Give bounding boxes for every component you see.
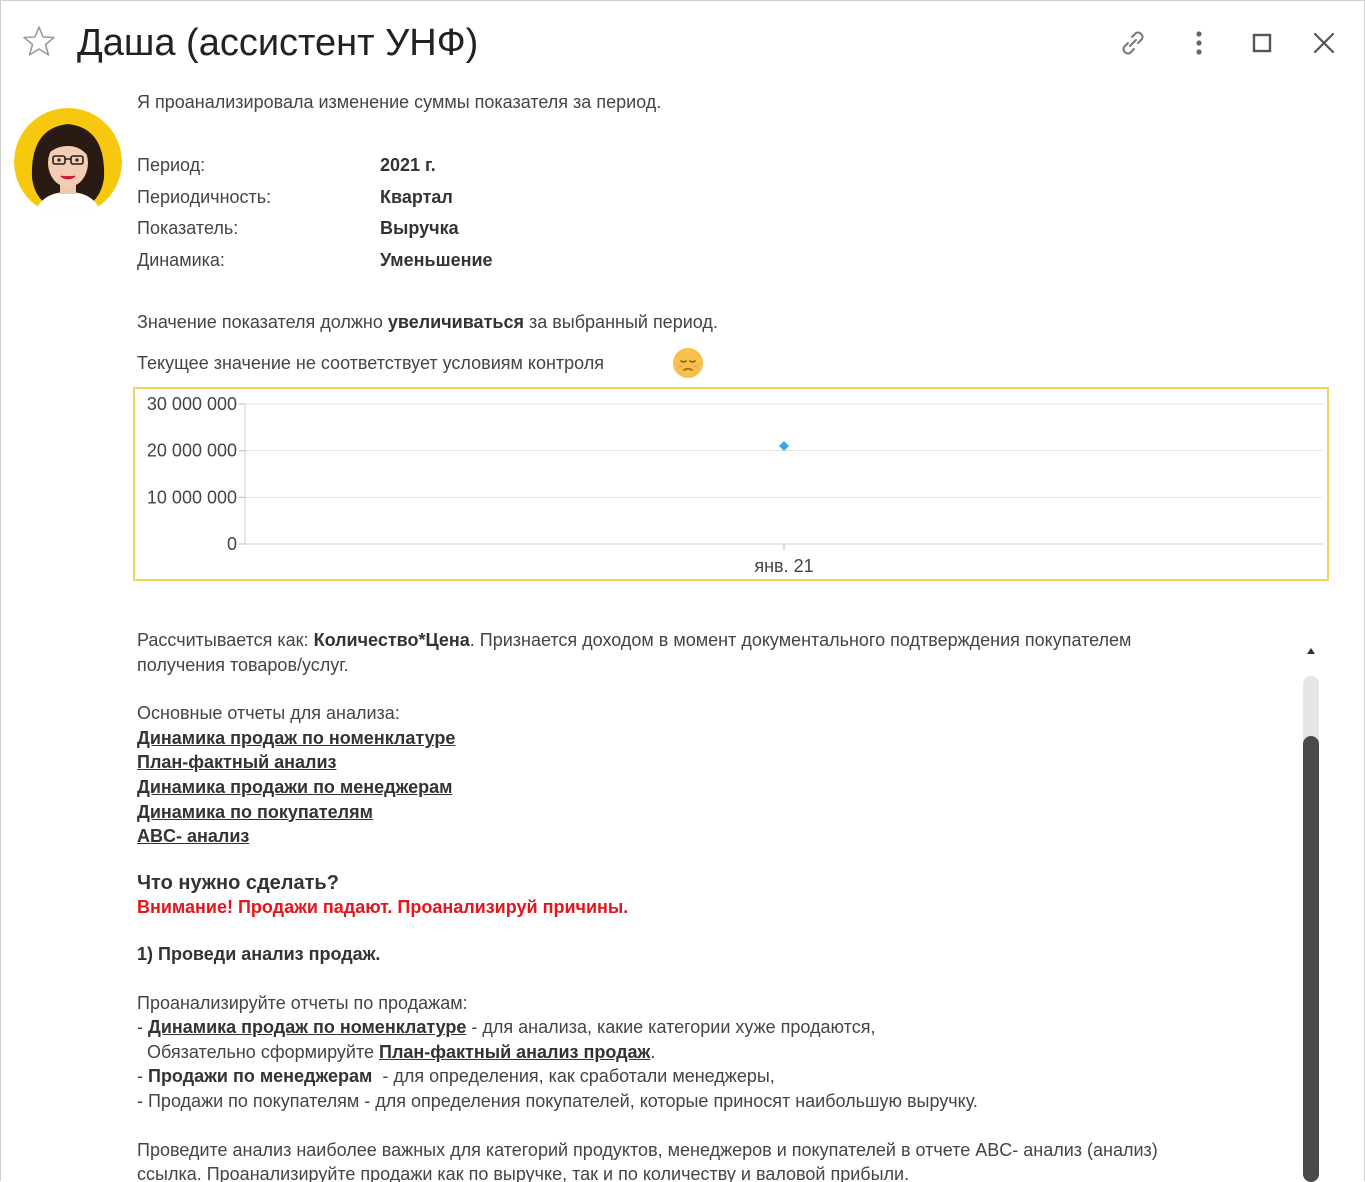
reports-heading: Основные отчеты для анализа: [137, 703, 400, 724]
expectation-after: за выбранный период. [523, 312, 718, 332]
analyze-item-1: - Динамика продаж по номенклатуре - для … [137, 1015, 1297, 1040]
calc-line-2: получения товаров/услуг. [137, 654, 349, 675]
expectation-bold: увеличиваться [387, 312, 524, 332]
calc-rest: . Признается доходом в момент документал… [469, 630, 1132, 650]
param-label-dynamics: Динамика: [137, 250, 225, 270]
analyze-heading: Проанализируйте отчеты по продажам: [137, 992, 468, 1013]
report-link-plan-fact[interactable]: План-фактный анализ [137, 752, 337, 772]
link-sales-nomenclature[interactable]: Динамика продаж по номенклатуре [148, 1017, 466, 1037]
favorite-star-icon[interactable] [22, 24, 56, 58]
item-2-bold: Продажи по менеджерам [148, 1066, 373, 1087]
param-label-period: Период: [137, 155, 206, 175]
report-link-managers[interactable]: Динамика продажи по менеджерам [137, 777, 452, 797]
window-title: Даша (ассистент УНФ) [77, 22, 479, 64]
warning-text: Внимание! Продажи падают. Проанализируй … [137, 897, 629, 918]
item-1b-prefix: Обязательно сформируйте [137, 1041, 379, 1062]
close-icon[interactable] [1307, 26, 1341, 60]
report-link-abc[interactable]: ABC- анализ [137, 826, 249, 846]
analyze-item-3: - Продажи по покупателям - для определен… [137, 1090, 978, 1111]
final-line-2: ссылка. Проанализируйте продажи как по в… [137, 1164, 910, 1182]
calc-formula: Количество*Цена [313, 630, 470, 650]
more-options-icon[interactable] [1182, 26, 1216, 60]
y-tick-label: 0 [227, 534, 237, 554]
report-link-customers[interactable]: Динамика по покупателям [137, 802, 373, 822]
report-link-nomenclature[interactable]: Динамика продаж по номенклатуре [137, 728, 455, 748]
y-tick-label: 20 000 000 [147, 441, 237, 461]
param-value-dynamics: Уменьшение [380, 250, 493, 270]
intro-text: Я проанализировала изменение суммы показ… [137, 92, 662, 112]
title-bar: Даша (ассистент УНФ) [0, 0, 1365, 92]
item-1-rest: - для анализа, какие категории хуже прод… [466, 1017, 876, 1038]
details-content: Рассчитывается как: Количество*Цена. При… [137, 628, 1297, 1182]
chart-svg: 30 000 000 20 000 000 10 000 000 0 янв. 21 [147, 394, 1323, 576]
sad-face-icon [672, 347, 704, 379]
analyze-item-1b: Обязательно сформируйте План-фактный ана… [137, 1040, 1297, 1065]
param-value-indicator: Выручка [380, 218, 459, 238]
item-2-rest: - для определения, как сработали менедже… [372, 1066, 775, 1087]
item-1b-rest: . [650, 1041, 656, 1062]
step-1-heading: 1) Проведи анализ продаж. [137, 943, 381, 964]
y-tick-label: 10 000 000 [147, 487, 237, 507]
param-label-periodicity: Периодичность: [137, 187, 272, 207]
analyze-item-2: - Продажи по менеджерам - для определени… [137, 1064, 1297, 1089]
data-point [779, 441, 789, 451]
scroll-up-arrow-icon[interactable] [1305, 644, 1317, 656]
x-tick-label: янв. 21 [754, 556, 813, 576]
item-1-prefix: - [137, 1017, 148, 1038]
link-plan-fact-sales[interactable]: План-фактный анализ продаж [379, 1042, 650, 1062]
chart-container: 30 000 000 20 000 000 10 000 000 0 янв. 21 [133, 387, 1329, 581]
param-value-period: 2021 г. [380, 155, 436, 175]
calc-line: Рассчитывается как: Количество*Цена. При… [137, 628, 1297, 653]
expectation-before: Значение показателя должно [137, 312, 388, 332]
calc-prefix: Рассчитывается как: [137, 630, 314, 650]
final-line-1: Проведите анализ наиболее важных для кат… [137, 1139, 1158, 1160]
status-text: Текущее значение не соответствует услови… [137, 353, 605, 373]
expectation-text: Значение показателя должно увеличиваться… [137, 312, 718, 333]
param-value-periodicity: Квартал [380, 187, 453, 207]
scrollbar-thumb[interactable] [1303, 736, 1319, 1182]
link-icon[interactable] [1116, 26, 1150, 60]
maximize-icon[interactable] [1245, 26, 1279, 60]
y-tick-label: 30 000 000 [147, 394, 237, 414]
item-2-prefix: - [137, 1066, 148, 1087]
assistant-avatar [14, 108, 122, 216]
param-label-indicator: Показатель: [137, 218, 239, 238]
todo-heading: Что нужно сделать? [137, 871, 339, 894]
